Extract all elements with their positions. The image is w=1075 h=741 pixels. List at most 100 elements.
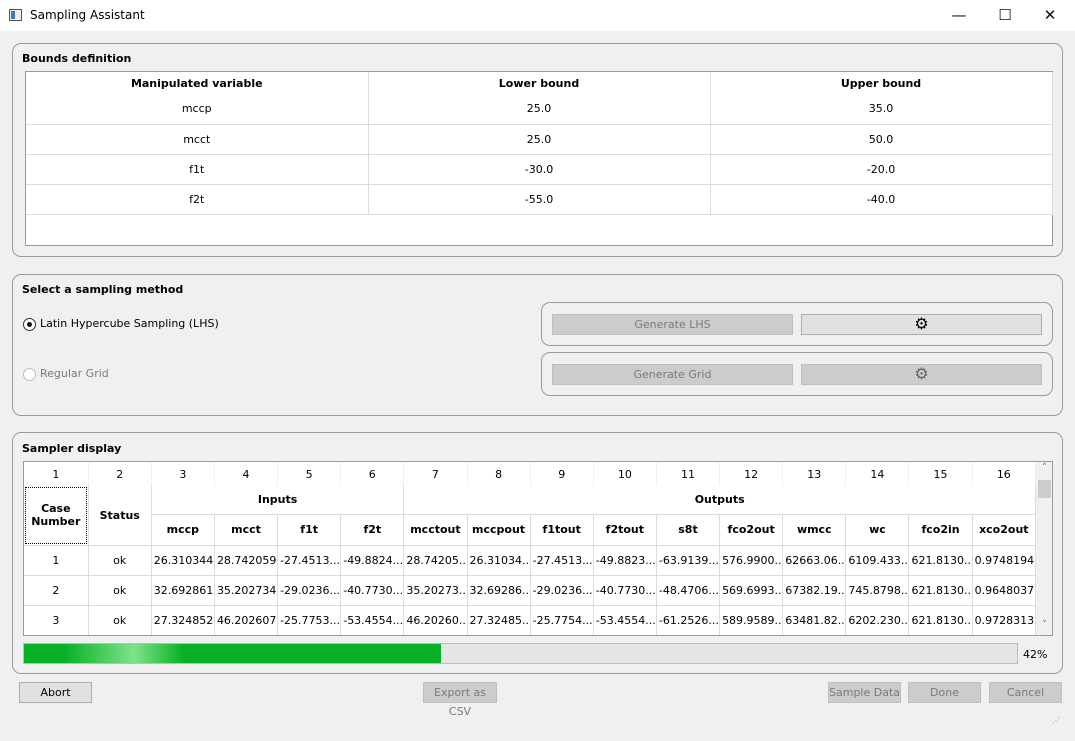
table-cell[interactable]: 6202.230... xyxy=(845,605,910,635)
table-cell[interactable]: 3 xyxy=(24,605,89,635)
table-cell[interactable]: -63.9139... xyxy=(656,545,721,576)
bounds-cell[interactable]: -20.0 xyxy=(710,154,1053,185)
table-cell[interactable]: -53.4554... xyxy=(593,605,657,635)
table-cell[interactable]: 621.8130... xyxy=(908,575,973,606)
grid-settings-button[interactable]: ⚙ xyxy=(801,364,1042,385)
bounds-cell[interactable]: -55.0 xyxy=(368,184,711,215)
table-cell[interactable]: 621.8130... xyxy=(908,545,973,576)
scroll-up-icon[interactable]: ˄ xyxy=(1036,463,1052,473)
scroll-down-icon[interactable]: ˅ xyxy=(1036,620,1052,630)
done-button[interactable]: Done xyxy=(908,682,981,703)
table-cell[interactable]: -40.7730... xyxy=(340,575,405,606)
sampler-table[interactable]: 1 2 3 4 5 6 7 8 9 10 11 12 13 14 15 16 Case Number Status… xyxy=(23,461,1053,636)
bounds-cell[interactable]: f2t xyxy=(26,184,369,215)
maximize-button[interactable]: ☐ xyxy=(982,0,1028,31)
table-cell[interactable]: 621.8130... xyxy=(908,605,973,635)
cancel-button[interactable]: Cancel xyxy=(989,682,1062,703)
bounds-cell[interactable]: 50.0 xyxy=(710,124,1053,155)
table-cell[interactable]: 0.9648037 xyxy=(972,575,1037,606)
table-cell[interactable]: -49.8824... xyxy=(340,545,405,576)
table-cell[interactable]: 26.3103445 xyxy=(151,545,215,576)
table-cell[interactable]: ok xyxy=(88,605,152,635)
table-cell[interactable]: -53.4554... xyxy=(340,605,405,635)
table-cell[interactable]: 32.6928613 xyxy=(151,575,215,606)
generate-grid-button[interactable]: Generate Grid xyxy=(552,364,793,385)
window-title: Sampling Assistant xyxy=(30,8,145,22)
table-cell[interactable]: 589.9589... xyxy=(719,605,784,635)
table-cell[interactable]: 27.3248526 xyxy=(151,605,215,635)
abort-button[interactable]: Abort xyxy=(19,682,92,703)
table-cell[interactable]: -29.0236... xyxy=(530,575,594,606)
generate-lhs-button[interactable]: Generate LHS xyxy=(552,314,793,335)
method-title: Select a sampling method xyxy=(22,283,184,296)
bounds-cell[interactable]: mcct xyxy=(26,124,369,155)
bounds-cell[interactable]: -40.0 xyxy=(710,184,1053,215)
table-cell[interactable]: 2 xyxy=(24,575,89,606)
column-number: 10 xyxy=(593,462,657,486)
variable-header: f1t xyxy=(277,514,342,546)
export-csv-button[interactable]: Export as CSV xyxy=(423,682,497,718)
table-cell[interactable]: 27.32485... xyxy=(467,605,531,635)
table-cell[interactable]: 0.9748194 xyxy=(972,545,1037,576)
table-cell[interactable]: 1 xyxy=(24,545,89,576)
bounds-cell[interactable]: 25.0 xyxy=(368,124,711,155)
column-number: 14 xyxy=(845,462,910,486)
table-cell[interactable]: ok xyxy=(88,575,152,606)
minimize-button[interactable]: — xyxy=(936,0,982,31)
variable-header: fco2out xyxy=(719,514,784,546)
gear-icon: ⚙ xyxy=(914,364,929,383)
vertical-scrollbar[interactable]: ˄ ˅ xyxy=(1036,462,1052,635)
status-header: Status xyxy=(88,486,152,546)
bounds-cell[interactable]: -30.0 xyxy=(368,154,711,185)
sample-data-button[interactable]: Sample Data xyxy=(828,682,901,703)
table-cell[interactable]: -25.7754... xyxy=(530,605,594,635)
grid-label[interactable]: Regular Grid xyxy=(40,367,109,380)
table-cell[interactable]: 63481.82... xyxy=(782,605,847,635)
bounds-cell[interactable]: mccp xyxy=(26,94,369,125)
table-cell[interactable]: 35.2027340 xyxy=(214,575,279,606)
table-row: 3 ok 27.3248526 46.2026072 -25.7753... -53.45… xyxy=(24,605,1037,635)
table-cell[interactable]: 32.69286... xyxy=(467,575,531,606)
table-cell[interactable]: 46.20260... xyxy=(403,605,468,635)
variable-header: s8t xyxy=(656,514,721,546)
column-number: 9 xyxy=(530,462,594,486)
variable-header: f2tout xyxy=(593,514,657,546)
table-cell[interactable]: -61.2526... xyxy=(656,605,721,635)
lhs-settings-button[interactable]: ⚙ xyxy=(801,314,1042,335)
column-number: 13 xyxy=(782,462,847,486)
table-cell[interactable]: -25.7753... xyxy=(277,605,342,635)
lhs-label[interactable]: Latin Hypercube Sampling (LHS) xyxy=(40,317,219,330)
table-cell[interactable]: -49.8823... xyxy=(593,545,657,576)
table-cell[interactable]: 576.9900... xyxy=(719,545,784,576)
lhs-radio[interactable] xyxy=(23,318,36,331)
column-number: 15 xyxy=(908,462,973,486)
table-cell[interactable]: -48.4706... xyxy=(656,575,721,606)
table-cell[interactable]: 26.31034... xyxy=(467,545,531,576)
bounds-cell[interactable]: 35.0 xyxy=(710,94,1053,125)
bounds-cell[interactable]: 25.0 xyxy=(368,94,711,125)
table-cell[interactable]: -29.0236... xyxy=(277,575,342,606)
table-cell[interactable]: 6109.433... xyxy=(845,545,910,576)
table-cell[interactable]: 28.7420594 xyxy=(214,545,279,576)
table-cell[interactable]: 745.8798... xyxy=(845,575,910,606)
variable-header: f1tout xyxy=(530,514,594,546)
table-cell[interactable]: -27.4513... xyxy=(277,545,342,576)
table-cell[interactable]: -40.7730... xyxy=(593,575,657,606)
grid-radio[interactable] xyxy=(23,368,36,381)
table-cell[interactable]: 28.74205... xyxy=(403,545,468,576)
table-cell[interactable]: -27.4513... xyxy=(530,545,594,576)
table-cell[interactable]: 0.9728313 xyxy=(972,605,1037,635)
table-cell[interactable]: ok xyxy=(88,545,152,576)
table-cell[interactable]: 569.6993... xyxy=(719,575,784,606)
variable-header: mccp xyxy=(151,514,215,546)
column-number: 7 xyxy=(403,462,468,486)
resize-grip-icon[interactable]: ⋰ xyxy=(1052,716,1060,725)
scrollbar-thumb[interactable] xyxy=(1038,480,1051,498)
table-cell[interactable]: 62663.06... xyxy=(782,545,847,576)
table-cell[interactable]: 35.20273... xyxy=(403,575,468,606)
gear-icon: ⚙ xyxy=(914,314,929,333)
bounds-cell[interactable]: f1t xyxy=(26,154,369,185)
close-button[interactable]: ✕ xyxy=(1027,0,1073,31)
table-cell[interactable]: 67382.19... xyxy=(782,575,847,606)
table-cell[interactable]: 46.2026072 xyxy=(214,605,279,635)
